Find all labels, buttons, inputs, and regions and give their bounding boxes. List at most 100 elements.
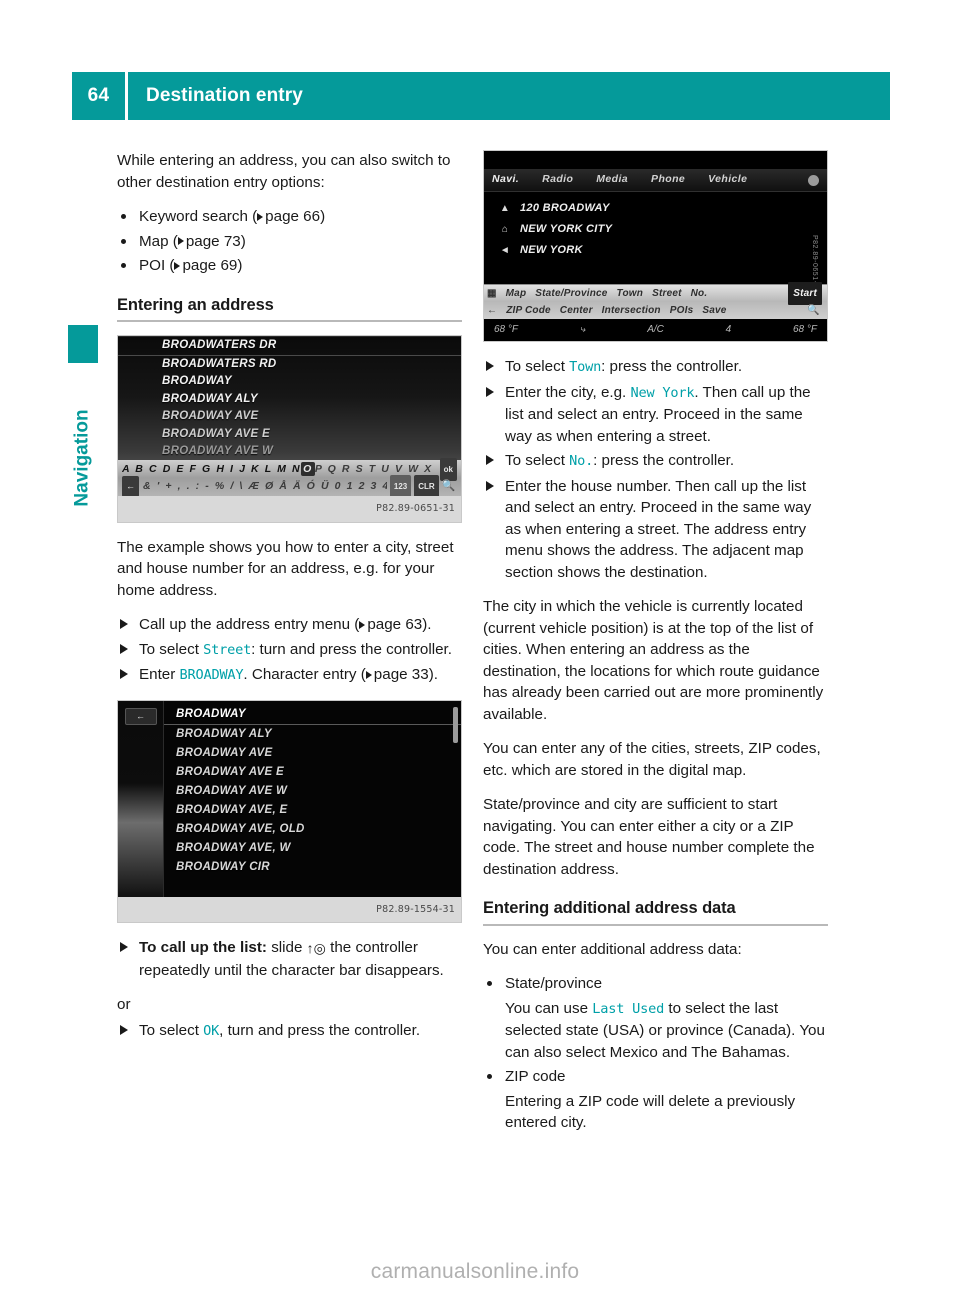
option-ref: page 69 [182, 257, 238, 274]
back-arrow-icon: ← [122, 475, 139, 496]
nav-broadway-rows: BROADWAY BROADWAY ALY BROADWAY AVE BROAD… [164, 701, 461, 897]
or-separator: or [117, 996, 131, 1013]
nav-status-bar: 68 °F ⤷ A/C 4 68 °F [484, 319, 827, 341]
step-text: slide [266, 939, 307, 956]
section-tab-marker [68, 325, 98, 363]
step-tail: ). [422, 616, 432, 633]
right-column: Navi. Radio Media Phone Vehicle ▲ 120 BRO… [483, 150, 828, 1147]
step-tail: : turn and press the controller. [251, 640, 452, 658]
address-row-city: ⌂ NEW YORK CITY [484, 219, 827, 240]
step-mid: . Character entry ( [243, 666, 366, 683]
section-tab-label: Navigation [60, 375, 106, 575]
nav-list-row: BROADWAY AVE, E [176, 803, 288, 816]
controller-slide-icon: ↑◎ [306, 940, 326, 956]
step-item: Enter the city, e.g. New York. Then call… [483, 382, 828, 448]
status-ac: A/C [647, 324, 664, 336]
nav-list-row: BROADWAY AVE [176, 746, 273, 759]
step-bold-label: To call up the list: [139, 939, 267, 956]
gear-icon [808, 174, 819, 186]
additional-body: Entering a ZIP code will delete a previo… [483, 1091, 828, 1134]
ui-term-broadway: BROADWAY [179, 667, 244, 683]
numeric-key: 123 [389, 474, 412, 496]
address-entry-steps: Call up the address entry menu ( page 63)… [117, 614, 462, 687]
page-number: 64 [87, 85, 110, 106]
nav-list-row: BROADWATERS DR [118, 336, 461, 356]
character-row-symbols: ← & ' + , . : - % / \ Æ Ø Å Ä Ó Ü 0 1 2 … [118, 474, 461, 496]
screenshot-street-list: BROADWATERS DR BROADWATERS RD BROADWAY B… [117, 335, 462, 523]
step-text: Enter [139, 666, 180, 683]
address-row-text: 120 BROADWAY [520, 201, 610, 214]
step-item: To call up the list: slide ↑◎ the contro… [117, 937, 462, 981]
reference-triangle-icon [257, 212, 264, 221]
fan-icon: ⤷ [579, 324, 586, 336]
nav-list-row: BROADWAY AVE E [162, 427, 270, 440]
list-item: State/province [483, 973, 828, 995]
bullet-icon [487, 981, 492, 986]
list-item: ZIP code [483, 1066, 828, 1088]
page-title: Destination entry [146, 85, 303, 106]
page-header: 64 Destination entry [72, 72, 890, 120]
letters-after: P Q R S T U V W X Y Z [314, 462, 437, 475]
bullet-icon [487, 1074, 492, 1079]
step-triangle-icon [486, 386, 494, 397]
flag-icon: ◄ [499, 244, 511, 256]
nav-address-entries: ▲ 120 BROADWAY ⌂ NEW YORK CITY ◄ NEW YORK [484, 192, 827, 261]
footer-watermark: carmanualsonline.info [370, 1260, 580, 1283]
screenshot-broadway-body: ← BROADWAY BROADWAY ALY BROADWAY AVE BRO… [118, 700, 461, 897]
step-tail: ). [428, 666, 438, 683]
subheading-rule [117, 320, 462, 322]
step-text: To select [505, 358, 570, 375]
option-ref: page 73 [185, 232, 241, 250]
step-triangle-icon [486, 455, 494, 465]
screenshot-caption: P82.89-1554-31 [118, 896, 461, 922]
step-text: To select [139, 1021, 204, 1039]
nav-header-strip [484, 151, 827, 169]
bullet-icon [121, 214, 126, 219]
step-triangle-icon [120, 669, 128, 679]
additional-body-pre: You can use [505, 999, 593, 1017]
nav-list-row: BROADWAY AVE E [176, 765, 284, 778]
screenshot-address-body: Navi. Radio Media Phone Vehicle ▲ 120 BRO… [484, 151, 827, 341]
nav-tab-bar: Navi. Radio Media Phone Vehicle [484, 169, 827, 192]
example-paragraph: The example shows you how to enter a cit… [117, 538, 454, 599]
screenshot-caption: P82.89-0651-31 [118, 496, 461, 522]
list-item: POI (page 69) [117, 255, 462, 277]
reference-triangle-icon [174, 261, 181, 270]
intro-additional-data: You can enter additional address data: [483, 940, 742, 958]
address-row-text: NEW YORK CITY [520, 222, 613, 235]
step-tail: : press the controller. [593, 452, 735, 469]
back-arrow-icon: ← [124, 707, 157, 725]
option-text: Map ( [139, 232, 178, 250]
step-item: To select No.: press the controller. [483, 450, 828, 473]
step-text: Enter the city, e.g. [505, 383, 631, 401]
nav-list-row: BROADWAY AVE W [176, 784, 288, 797]
call-up-list-steps: To call up the list: slide ↑◎ the contro… [117, 937, 462, 981]
nav-list-row: BROADWAY AVE, OLD [176, 822, 305, 835]
symbols-group: & ' + , . : - % / \ Æ Ø Å Ä Ó Ü 0 1 2 3 … [143, 479, 387, 492]
ui-term-street: Street [203, 641, 252, 658]
reference-triangle-icon [359, 620, 366, 629]
step-text: To select [139, 640, 204, 658]
ui-term-last-used: Last Used [592, 1000, 665, 1017]
letters-before: A B C D E F G H I J K L M N [122, 462, 302, 475]
option-close: ) [320, 208, 326, 225]
nav-list-row: BROADWAY [164, 705, 461, 725]
address-row-state: ◄ NEW YORK [484, 240, 827, 261]
nav-list-row: BROADWATERS RD [162, 357, 277, 370]
step-text: Call up the address entry menu ( [139, 616, 360, 633]
step-text: To select [505, 452, 570, 469]
step-item: To select Street: turn and press the con… [117, 639, 462, 662]
tab-phone: Phone [651, 173, 686, 186]
additional-body: You can use Last Used to select the last… [483, 998, 828, 1064]
step-ref: page 63 [367, 616, 423, 633]
additional-title: ZIP code [505, 1068, 566, 1085]
additional-body-pre: Entering a ZIP code will delete a previo… [505, 1092, 796, 1132]
list-item: Keyword search (page 66) [117, 206, 462, 228]
option-text: Keyword search ( [139, 208, 258, 225]
nav-list-row: BROADWAY CIR [176, 860, 270, 873]
tab-radio: Radio [542, 173, 574, 186]
step-triangle-icon [120, 619, 128, 629]
step-item: Call up the address entry menu ( page 63)… [117, 614, 462, 636]
step-text: Enter the house number. Then call up the… [505, 477, 812, 581]
address-row-text: NEW YORK [520, 243, 583, 256]
